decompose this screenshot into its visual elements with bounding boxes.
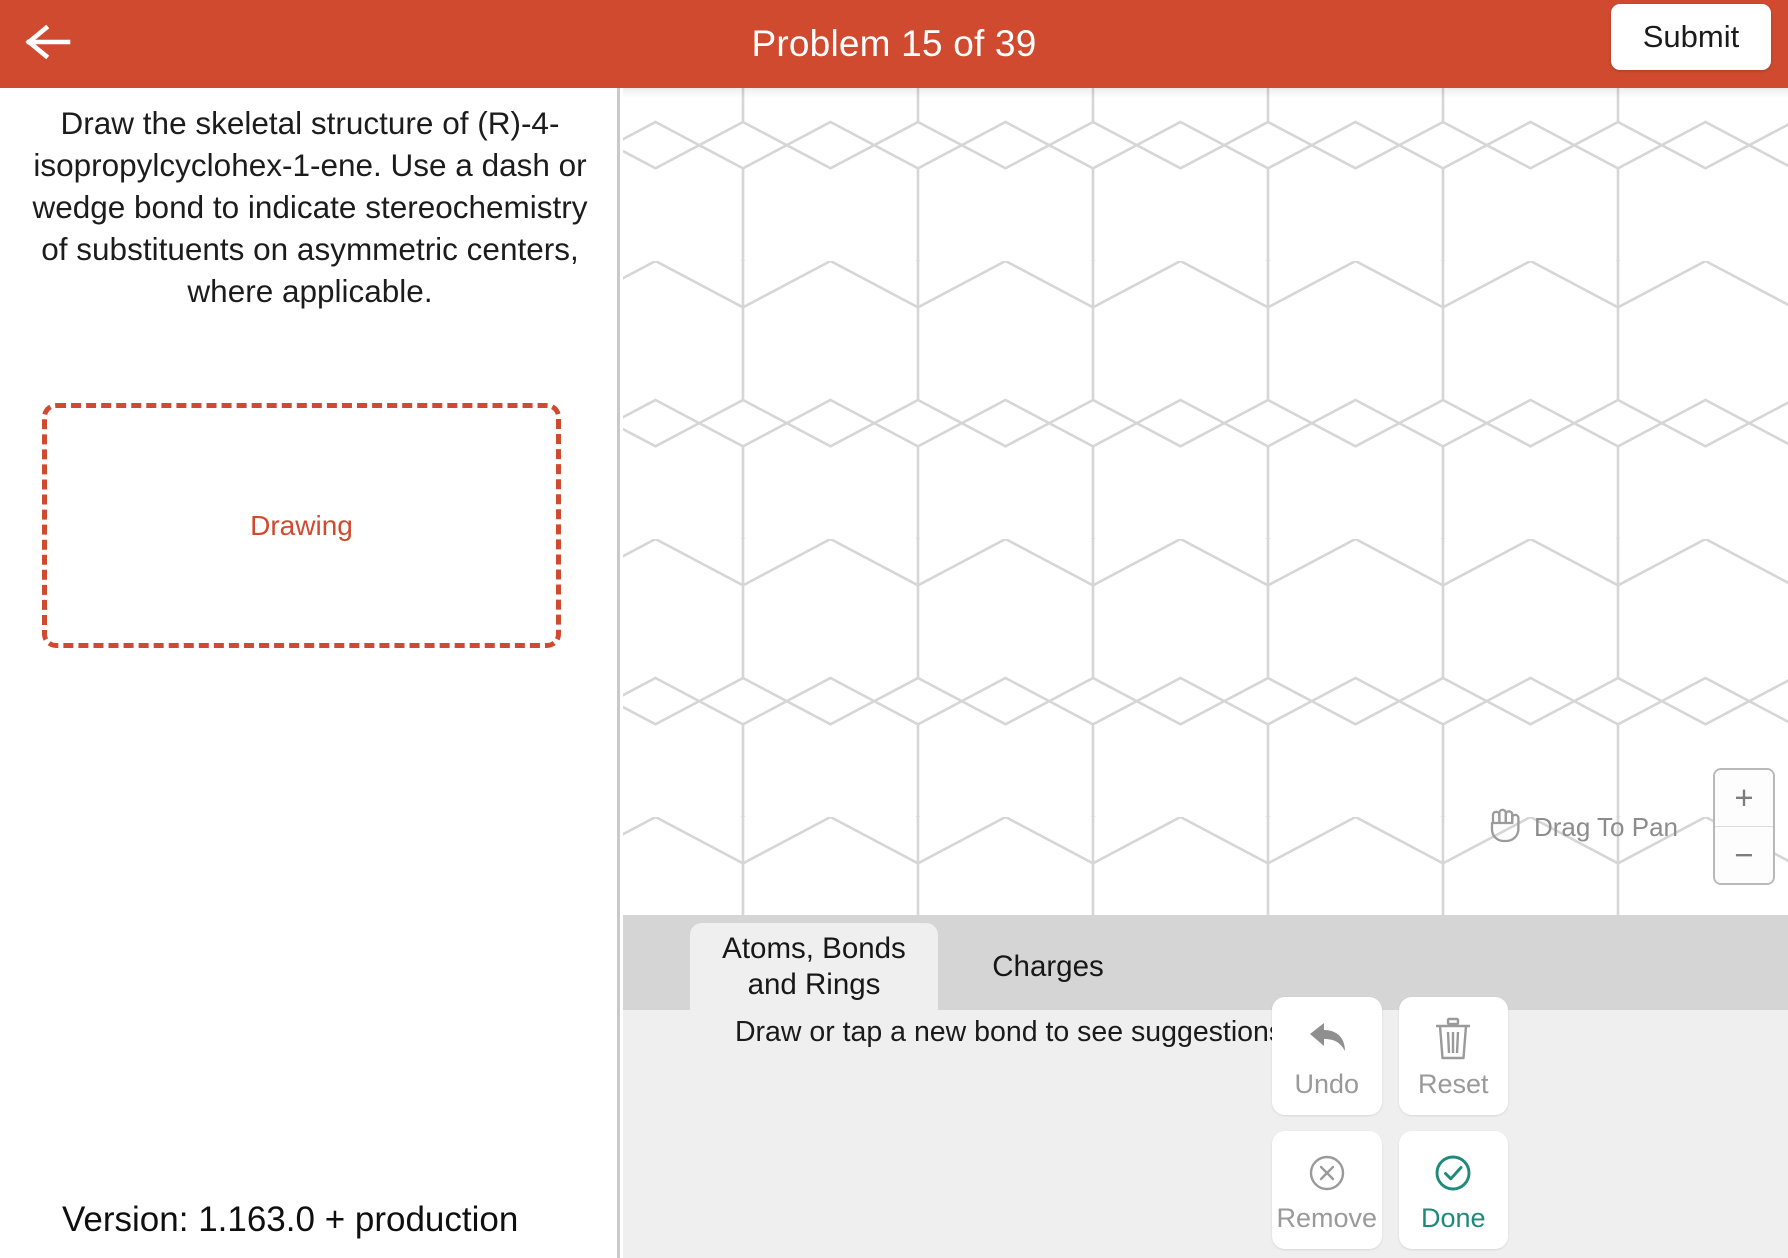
action-row-top: Undo Reset — [1272, 997, 1508, 1115]
action-row-bottom: Remove Done — [1272, 1131, 1508, 1249]
hex-grid-background — [623, 88, 1788, 915]
tab-strip: Atoms, Bonds and Rings Charges — [623, 915, 1788, 1010]
undo-label: Undo — [1294, 1069, 1360, 1099]
tab-atoms-line1: Atoms, Bonds — [722, 931, 906, 965]
trash-icon — [1432, 1013, 1474, 1065]
drag-to-pan-hint: Drag To Pan — [1484, 803, 1678, 852]
submit-button[interactable]: Submit — [1611, 4, 1771, 70]
tool-panel: Atoms, Bonds and Rings Charges Draw or t… — [623, 915, 1788, 1258]
pan-hint-label: Drag To Pan — [1533, 812, 1678, 842]
undo-button[interactable]: Undo — [1272, 997, 1382, 1115]
problem-statement: Draw the skeletal structure of (R)-4-iso… — [32, 105, 588, 309]
tool-panel-body: Draw or tap a new bond to see suggestion… — [623, 997, 1788, 1258]
remove-label: Remove — [1276, 1203, 1378, 1233]
hand-icon — [1484, 803, 1522, 852]
reset-button[interactable]: Reset — [1398, 997, 1508, 1115]
action-button-grid: Undo Reset Remove Done — [1272, 997, 1508, 1258]
done-label: Done — [1420, 1203, 1486, 1233]
drawing-answer-box[interactable]: Drawing — [42, 403, 561, 648]
zoom-in-button[interactable]: + — [1715, 770, 1773, 826]
tab-atoms-bonds-rings[interactable]: Atoms, Bonds and Rings — [690, 923, 938, 1010]
tab-charges[interactable]: Charges — [953, 923, 1143, 1010]
circle-check-icon — [1430, 1147, 1476, 1199]
tab-atoms-line2: and Rings — [747, 967, 881, 1001]
page-title: Problem 15 of 39 — [751, 23, 1037, 64]
zoom-controls: + − — [1713, 768, 1775, 885]
done-button[interactable]: Done — [1398, 1131, 1508, 1249]
molecule-drawing-canvas[interactable]: Drag To Pan + − — [623, 88, 1788, 915]
app-header: Problem 15 of 39 Submit — [0, 0, 1788, 88]
circle-x-icon — [1304, 1147, 1350, 1199]
zoom-out-button[interactable]: − — [1715, 826, 1773, 883]
app-root: Problem 15 of 39 Submit Draw the skeleta… — [0, 0, 1788, 1258]
problem-panel: Draw the skeletal structure of (R)-4-iso… — [0, 88, 620, 1258]
version-label: Version: 1.163.0 + production — [62, 1200, 519, 1239]
undo-arrow-icon — [1304, 1013, 1350, 1065]
remove-button[interactable]: Remove — [1272, 1131, 1382, 1249]
drawing-placeholder-label: Drawing — [250, 509, 353, 541]
reset-label: Reset — [1417, 1069, 1489, 1099]
